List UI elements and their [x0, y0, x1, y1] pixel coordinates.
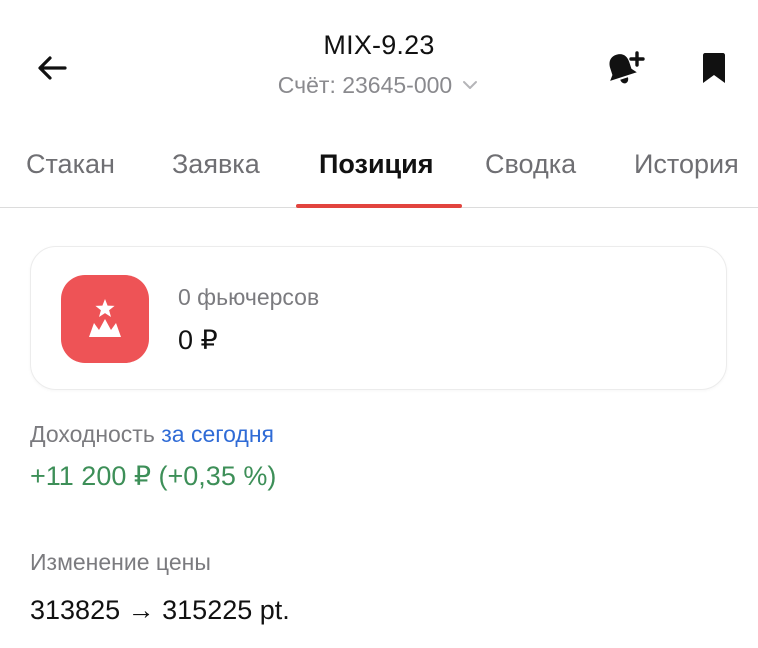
tab-history[interactable]: История: [634, 136, 739, 208]
arrow-right-icon: →: [127, 595, 155, 625]
price-change-value: 313825 → 315225 pt.: [30, 592, 290, 628]
position-screen: MIX-9.23 Счёт: 23645-000 Стакан Заявка П…: [0, 0, 758, 648]
active-tab-indicator: [296, 204, 462, 208]
bookmark-button[interactable]: [692, 46, 736, 90]
chevron-down-icon: [463, 81, 478, 89]
yield-period-link[interactable]: за сегодня: [161, 421, 274, 447]
bookmark-icon: [703, 53, 725, 83]
position-value: 0 ₽: [178, 325, 218, 355]
tab-position[interactable]: Позиция: [319, 136, 434, 208]
price-alert-button[interactable]: [600, 46, 648, 90]
tab-bar: Стакан Заявка Позиция Сводка История: [0, 136, 758, 208]
position-quantity: 0 фьючерсов: [178, 284, 320, 310]
position-card[interactable]: 0 фьючерсов 0 ₽: [30, 246, 727, 390]
crown-star-logo-icon: [61, 275, 149, 363]
account-label: Счёт: 23645-000: [277, 72, 453, 98]
price-from: 313825: [30, 595, 121, 625]
account-selector[interactable]: Счёт: 23645-000: [278, 70, 480, 100]
yield-label: Доходность: [30, 421, 162, 447]
yield-value: +11 200 ₽ (+0,35 %): [30, 461, 277, 491]
bell-plus-icon: [609, 51, 645, 84]
tab-order[interactable]: Заявка: [172, 136, 260, 208]
tab-order-book[interactable]: Стакан: [26, 136, 115, 208]
yield-label-row: Доходность за сегодня: [30, 418, 274, 450]
price-change-label: Изменение цены: [30, 549, 211, 575]
header: MIX-9.23 Счёт: 23645-000: [0, 0, 758, 130]
price-to: 315225 pt.: [162, 595, 290, 625]
tab-summary[interactable]: Сводка: [485, 136, 576, 208]
